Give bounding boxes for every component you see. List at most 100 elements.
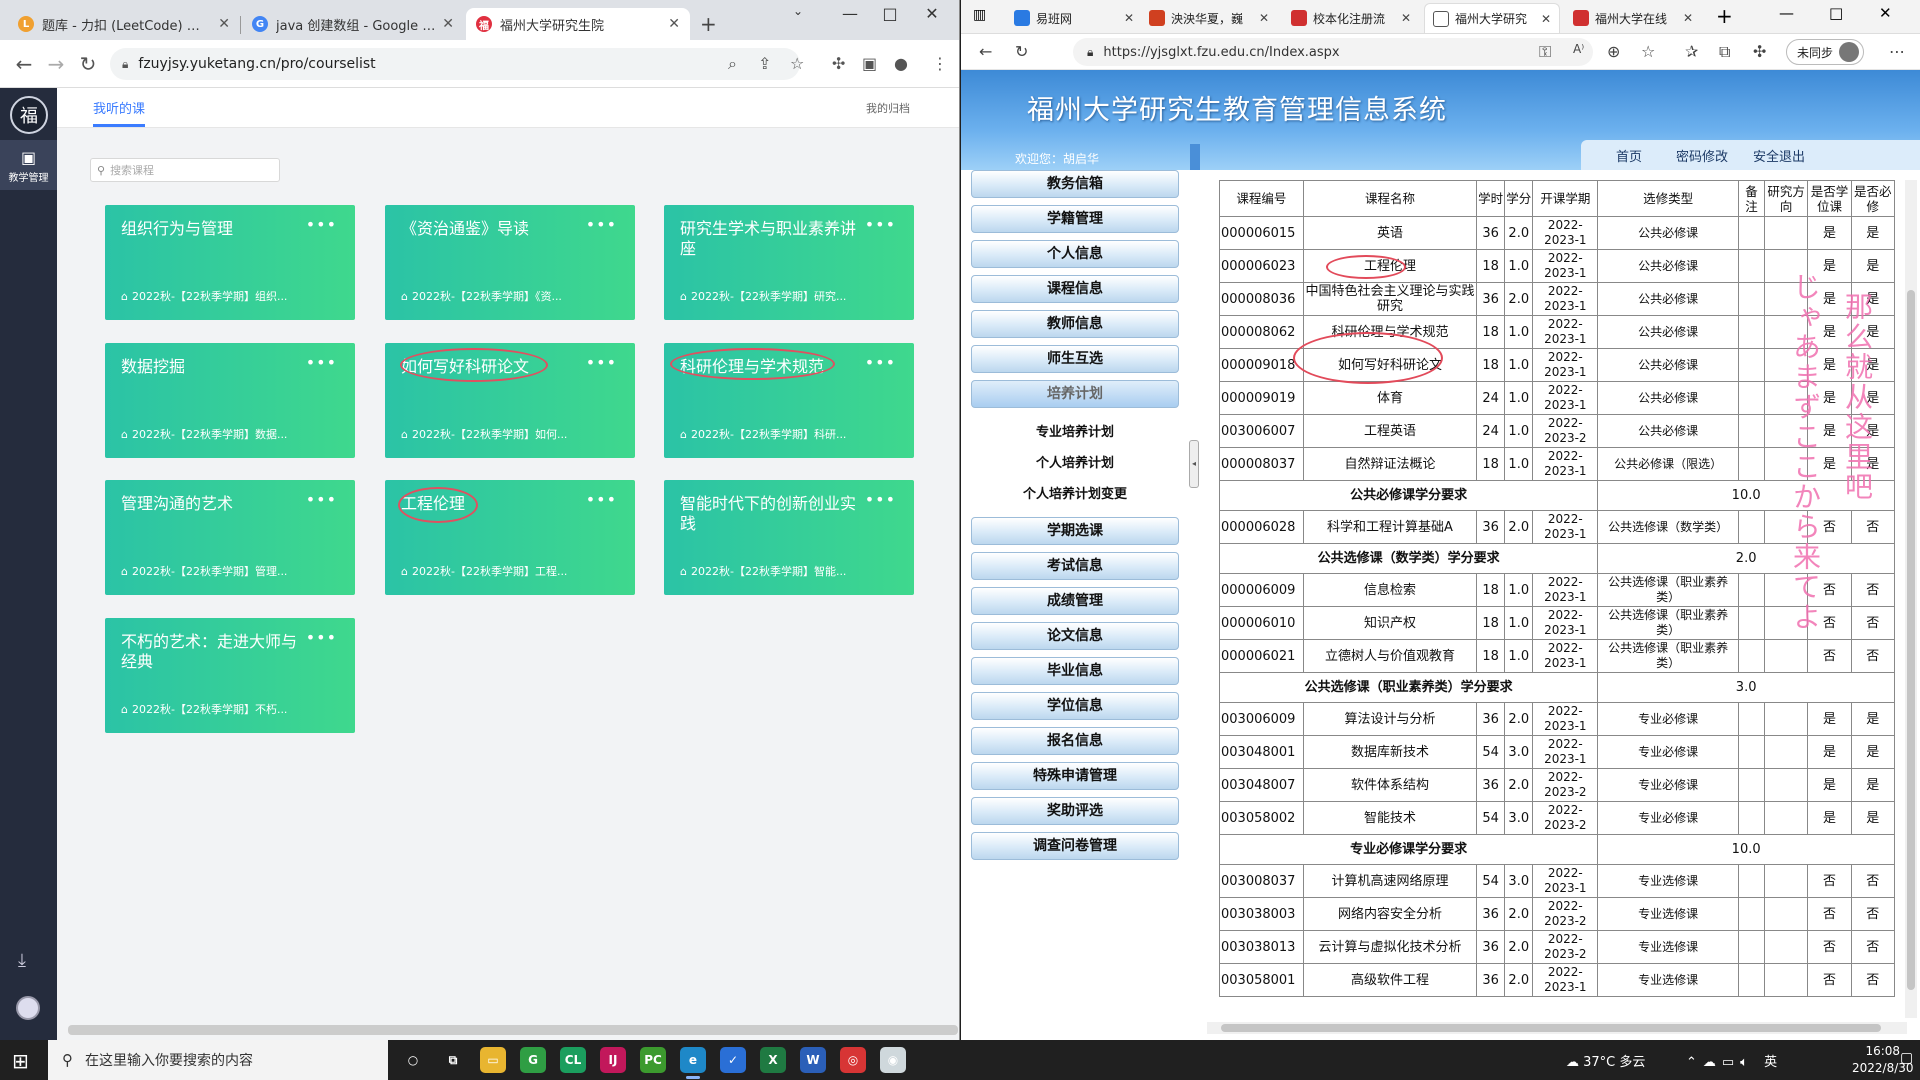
new-tab-icon[interactable]: +	[700, 12, 717, 36]
horizontal-scrollbar[interactable]	[68, 1025, 958, 1035]
edge-tab[interactable]: 易班网 ✕	[1006, 3, 1142, 33]
course-card[interactable]: 数据挖掘 ••• ⌂ 2022秋-【22秋季学期】数据...	[105, 343, 355, 458]
course-card[interactable]: 智能时代下的创新创业实践 ••• ⌂ 2022秋-【22秋季学期】智能...	[664, 480, 914, 595]
taskbar-app-icon[interactable]: CL	[560, 1047, 586, 1073]
menu-item[interactable]: 学期选课	[971, 517, 1179, 545]
course-card[interactable]: 管理沟通的艺术 ••• ⌂ 2022秋-【22秋季学期】管理...	[105, 480, 355, 595]
reload-icon[interactable]: ↻	[1015, 42, 1028, 61]
more-icon[interactable]: •••	[306, 490, 337, 509]
menu-item[interactable]: 课程信息	[971, 275, 1179, 303]
taskbar-search[interactable]: ⚲ 在这里输入你要搜索的内容	[48, 1040, 388, 1080]
back-icon[interactable]: ←	[979, 42, 992, 61]
collapse-menu-icon[interactable]: ◂	[1189, 440, 1199, 488]
nav-password[interactable]: 密码修改	[1676, 146, 1728, 165]
menu-item[interactable]: 报名信息	[971, 727, 1179, 755]
close-icon[interactable]: ✕	[1401, 11, 1411, 25]
edge-tab[interactable]: 福州大学在线 ✕	[1565, 3, 1701, 33]
more-icon[interactable]: •••	[586, 490, 617, 509]
notification-icon[interactable]: ▢	[1900, 1050, 1913, 1066]
submenu-item[interactable]: 个人培养计划	[971, 452, 1179, 471]
taskbar-app-icon[interactable]: ▭	[480, 1047, 506, 1073]
more-icon[interactable]: •••	[306, 628, 337, 647]
taskbar-app-icon[interactable]: PC	[640, 1047, 666, 1073]
taskbar-app-icon[interactable]: ◎	[840, 1047, 866, 1073]
tab-my-courses[interactable]: 我听的课	[93, 98, 145, 117]
more-icon[interactable]: •••	[865, 353, 896, 372]
chrome-tab-leetcode[interactable]: L 题库 - 力扣 (LeetCode) 全球极 ✕	[8, 8, 240, 40]
download-icon[interactable]: ⤓	[18, 950, 26, 971]
close-icon[interactable]: ✕	[1124, 11, 1134, 25]
submenu-item[interactable]: 专业培养计划	[971, 421, 1179, 440]
close-icon[interactable]: ✕	[442, 16, 454, 32]
star-icon[interactable]: ☆	[790, 54, 804, 73]
taskbar-app-icon[interactable]: ✓	[720, 1047, 746, 1073]
more-icon[interactable]: •••	[306, 215, 337, 234]
menu-item[interactable]: 学位信息	[971, 692, 1179, 720]
avatar[interactable]	[16, 996, 40, 1020]
address-bar[interactable]: 🔒︎ https://yjsglxt.fzu.edu.cn/Index.aspx	[1073, 38, 1593, 66]
share-icon[interactable]: ⇪	[758, 54, 771, 73]
edge-tab[interactable]: 校本化注册流 ✕	[1283, 3, 1419, 33]
archive-link[interactable]: 我的归档	[866, 100, 910, 116]
forward-icon[interactable]: →	[42, 52, 70, 76]
submenu-item[interactable]: 个人培养计划变更	[971, 483, 1179, 502]
profile-icon[interactable]: ●	[894, 54, 908, 73]
favorites-icon[interactable]: ✰	[1685, 42, 1698, 61]
weather-widget[interactable]: ☁ 37°C 多云	[1566, 1051, 1645, 1070]
menu-item[interactable]: 教务信箱	[971, 170, 1179, 198]
more-icon[interactable]: •••	[865, 215, 896, 234]
menu-item[interactable]: 个人信息	[971, 240, 1179, 268]
menu-item[interactable]: 毕业信息	[971, 657, 1179, 685]
tab-actions-icon[interactable]: ▥	[973, 7, 986, 23]
course-card[interactable]: 研究生学术与职业素养讲座 ••• ⌂ 2022秋-【22秋季学期】研究...	[664, 205, 914, 320]
menu-icon[interactable]: ⋮	[932, 54, 948, 73]
menu-item[interactable]: 论文信息	[971, 622, 1179, 650]
menu-item[interactable]: 教师信息	[971, 310, 1179, 338]
vertical-scrollbar[interactable]	[1905, 180, 1917, 1018]
read-aloud-icon[interactable]: A⁾	[1573, 42, 1584, 56]
close-icon[interactable]: ✕	[1541, 12, 1551, 26]
extensions-icon[interactable]: ✣	[832, 54, 845, 73]
minimize-icon[interactable]: —	[830, 4, 870, 23]
back-icon[interactable]: ←	[10, 52, 38, 76]
taskbar-app-icon[interactable]: X	[760, 1047, 786, 1073]
menu-item[interactable]: 师生互选	[971, 345, 1179, 373]
sidebar-item-teaching[interactable]: ▣ 教学管理	[0, 140, 57, 190]
nav-logout[interactable]: 安全退出	[1753, 146, 1805, 165]
key-icon[interactable]: ⚿	[1539, 42, 1551, 62]
menu-item[interactable]: 成绩管理	[971, 587, 1179, 615]
system-tray[interactable]: ⌃☁▭🔈︎ 英	[1686, 1051, 1783, 1070]
nav-home[interactable]: 首页	[1616, 146, 1642, 165]
favorite-add-icon[interactable]: ☆	[1641, 42, 1655, 61]
menu-item[interactable]: 调查问卷管理	[971, 832, 1179, 860]
minimize-icon[interactable]: —	[1779, 4, 1794, 22]
maximize-icon[interactable]: □	[870, 4, 910, 23]
close-icon[interactable]: ✕	[218, 16, 230, 32]
taskbar-app-icon[interactable]: ○	[400, 1047, 426, 1073]
reload-icon[interactable]: ↻	[74, 52, 102, 76]
new-tab-icon[interactable]: +	[1716, 4, 1733, 28]
menu-item[interactable]: 学籍管理	[971, 205, 1179, 233]
taskbar-app-icon[interactable]: G	[520, 1047, 546, 1073]
address-bar[interactable]: 🔒︎ fzuyjsy.yuketang.cn/pro/courselist	[110, 48, 800, 80]
taskbar-app-icon[interactable]: e	[680, 1047, 706, 1079]
course-search-input[interactable]: ⚲ 搜索课程	[90, 158, 280, 182]
horizontal-scrollbar[interactable]	[1207, 1022, 1907, 1034]
collections-icon[interactable]: ⧉	[1719, 42, 1730, 62]
taskbar-app-icon[interactable]: W	[800, 1047, 826, 1073]
close-icon[interactable]: ✕	[1259, 11, 1269, 25]
sidepanel-icon[interactable]: ▣	[862, 54, 877, 73]
taskbar-app-icon[interactable]: ⧉	[440, 1047, 466, 1073]
close-icon[interactable]: ✕	[668, 16, 680, 32]
fzu-logo[interactable]: 福	[10, 96, 48, 134]
extensions-icon[interactable]: ✣	[1753, 42, 1766, 61]
edge-tab[interactable]: 泱泱华夏，巍 ✕	[1141, 3, 1277, 33]
zoom-icon[interactable]: ⊕	[1607, 42, 1620, 61]
close-window-icon[interactable]: ✕	[1879, 4, 1892, 22]
chrome-tab-fzu[interactable]: 福 福州大学研究生院 ✕	[466, 8, 690, 40]
more-icon[interactable]: •••	[586, 215, 617, 234]
chevron-down-icon[interactable]: ⌄	[778, 4, 818, 18]
taskbar-app-icon[interactable]: IJ	[600, 1047, 626, 1073]
course-card[interactable]: 《资治通鉴》导读 ••• ⌂ 2022秋-【22秋季学期】《资...	[385, 205, 635, 320]
menu-item[interactable]: 奖助评选	[971, 797, 1179, 825]
